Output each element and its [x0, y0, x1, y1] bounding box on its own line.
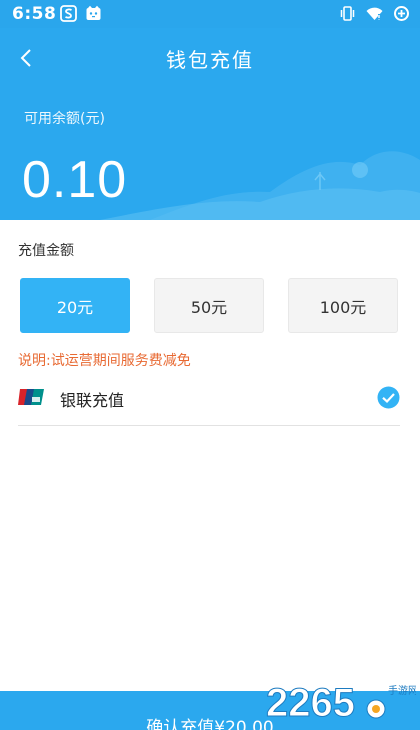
- recharge-amount-label: 充值金额: [18, 243, 74, 259]
- status-bar: 6:58: [0, 0, 420, 28]
- check-circle-icon[interactable]: [377, 386, 400, 409]
- amount-option-50[interactable]: 50元: [154, 278, 264, 333]
- amount-option-100[interactable]: 100元: [288, 278, 398, 333]
- payment-method-label: 银联充值: [60, 391, 125, 410]
- amount-option-20[interactable]: 20元: [20, 278, 130, 333]
- status-notification-icons: [60, 5, 102, 22]
- page-title: 钱包充值: [166, 48, 254, 72]
- confirm-recharge-label: 确认充值¥20.00: [146, 718, 274, 730]
- service-fee-note: 说明:试运营期间服务费减免: [18, 353, 191, 369]
- balance-label: 可用余额(元): [24, 111, 105, 127]
- app-cat-icon: [86, 5, 101, 20]
- wifi-icon: [366, 7, 383, 20]
- vibrate-icon: [340, 6, 355, 21]
- wallet-header: 钱包充值 可用余额(元) 0.10: [0, 28, 420, 220]
- payment-method-unionpay[interactable]: 银联充值: [18, 378, 400, 426]
- confirm-recharge-button[interactable]: 确认充值¥20.00: [0, 691, 420, 730]
- data-saver-icon: [394, 6, 409, 21]
- unionpay-icon: [18, 389, 44, 405]
- hill-illustration: [100, 151, 420, 220]
- app-s-icon: [60, 5, 77, 22]
- recharge-amount-options: 20元 50元 100元: [20, 278, 398, 333]
- status-system-icons: [339, 5, 410, 22]
- status-time: 6:58: [12, 4, 57, 24]
